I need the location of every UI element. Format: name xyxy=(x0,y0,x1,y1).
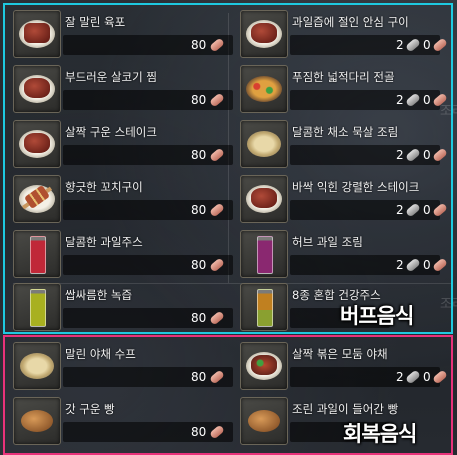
item-name: 달콤한 채소 묵살 조림 xyxy=(292,125,399,139)
food-item-strong-steak[interactable]: 바싹 익힌 강렬한 스테이크 2 0 xyxy=(240,173,450,223)
item-name: 과일즙에 절인 안심 구이 xyxy=(292,15,409,29)
food-item-light-steak[interactable]: 살짝 구운 스테이크 80 xyxy=(13,118,233,168)
item-count: 2 xyxy=(396,38,404,52)
food-item-vegetable-soup[interactable]: 말린 야채 수프 80 xyxy=(13,340,233,390)
quantity-field xyxy=(63,255,233,275)
item-name: 말린 야채 수프 xyxy=(65,347,136,361)
item-count: 2 xyxy=(396,258,404,272)
item-name: 살짝 구운 스테이크 xyxy=(65,125,157,139)
green-juice-icon xyxy=(13,283,61,331)
item-name: 바싹 익힌 강렬한 스테이크 xyxy=(292,180,420,194)
item-count-secondary: 0 xyxy=(423,148,431,162)
bread-icon xyxy=(240,397,288,445)
buff-food-group: 잘 말린 육포 80 과일즙에 절인 안심 구이 2 0 부드러운 살코기 찜 … xyxy=(3,3,453,334)
item-count: 80 xyxy=(191,258,207,272)
item-count-secondary: 0 xyxy=(423,93,431,107)
quantity-field xyxy=(63,422,233,442)
soup-icon xyxy=(13,342,61,390)
item-count: 2 xyxy=(396,93,404,107)
item-name: 푸짐한 넓적다리 전골 xyxy=(292,70,395,84)
quantity-field xyxy=(63,200,233,220)
quantity-field xyxy=(63,308,233,328)
food-item-thigh-hotpot[interactable]: 푸짐한 넓적다리 전골 2 0 xyxy=(240,63,450,113)
food-item-green-juice[interactable]: 쌉싸름한 녹즙 80 xyxy=(13,281,233,331)
item-name: 달콤한 과일주스 xyxy=(65,235,143,249)
item-count: 80 xyxy=(191,38,207,52)
item-count-secondary: 0 xyxy=(423,370,431,384)
item-name: 살짝 볶은 모둠 야채 xyxy=(292,347,388,361)
quantity-field xyxy=(63,90,233,110)
food-item-herb-fruit[interactable]: 허브 과일 조림 2 0 xyxy=(240,228,450,278)
skewer-icon xyxy=(13,175,61,223)
item-name: 잘 말린 육포 xyxy=(65,15,126,29)
item-name: 부드러운 살코기 찜 xyxy=(65,70,157,84)
quantity-field xyxy=(63,145,233,165)
item-name: 갓 구운 빵 xyxy=(65,402,115,416)
food-item-fruit-tenderloin[interactable]: 과일즙에 절인 안심 구이 2 0 xyxy=(240,8,450,58)
quantity-field xyxy=(63,35,233,55)
item-name: 쌉싸름한 녹즙 xyxy=(65,288,133,302)
food-item-vegetable-jelly[interactable]: 달콤한 채소 묵살 조림 2 0 xyxy=(240,118,450,168)
steak-icon xyxy=(240,10,288,58)
heal-food-title: 회복음식 xyxy=(343,422,417,446)
bread-icon xyxy=(13,397,61,445)
item-count: 2 xyxy=(396,148,404,162)
food-item-fruit-juice[interactable]: 달콤한 과일주스 80 xyxy=(13,228,233,278)
item-count: 80 xyxy=(191,425,207,439)
item-count: 80 xyxy=(191,311,207,325)
food-item-dried-jerky[interactable]: 잘 말린 육포 80 xyxy=(13,8,233,58)
food-item-fresh-bread[interactable]: 갓 구운 빵 80 xyxy=(13,395,233,445)
item-count-secondary: 0 xyxy=(423,38,431,52)
food-item-mixed-vegetables[interactable]: 살짝 볶은 모둠 야채 2 0 xyxy=(240,340,450,390)
quantity-field xyxy=(63,367,233,387)
stewed-meat-icon xyxy=(13,65,61,113)
buff-food-title: 버프음식 xyxy=(340,304,414,328)
item-name: 향긋한 꼬치구이 xyxy=(65,180,143,194)
red-juice-icon xyxy=(13,230,61,278)
item-count: 80 xyxy=(191,370,207,384)
vegetable-icon xyxy=(240,342,288,390)
item-name: 허브 과일 조림 xyxy=(292,235,363,249)
steak-icon xyxy=(13,120,61,168)
steak-icon xyxy=(240,175,288,223)
item-name: 조린 과일이 들어간 빵 xyxy=(292,402,399,416)
item-count: 80 xyxy=(191,148,207,162)
paella-icon xyxy=(240,65,288,113)
jerky-icon xyxy=(13,10,61,58)
mixed-juice-icon xyxy=(240,283,288,331)
item-count: 80 xyxy=(191,203,207,217)
item-count: 80 xyxy=(191,93,207,107)
item-count: 2 xyxy=(396,203,404,217)
purple-juice-icon xyxy=(240,230,288,278)
item-count-secondary: 0 xyxy=(423,258,431,272)
item-count-secondary: 0 xyxy=(423,203,431,217)
soup-icon xyxy=(240,120,288,168)
food-item-skewer[interactable]: 향긋한 꼬치구이 80 xyxy=(13,173,233,223)
food-item-stewed-meat[interactable]: 부드러운 살코기 찜 80 xyxy=(13,63,233,113)
item-count: 2 xyxy=(396,370,404,384)
